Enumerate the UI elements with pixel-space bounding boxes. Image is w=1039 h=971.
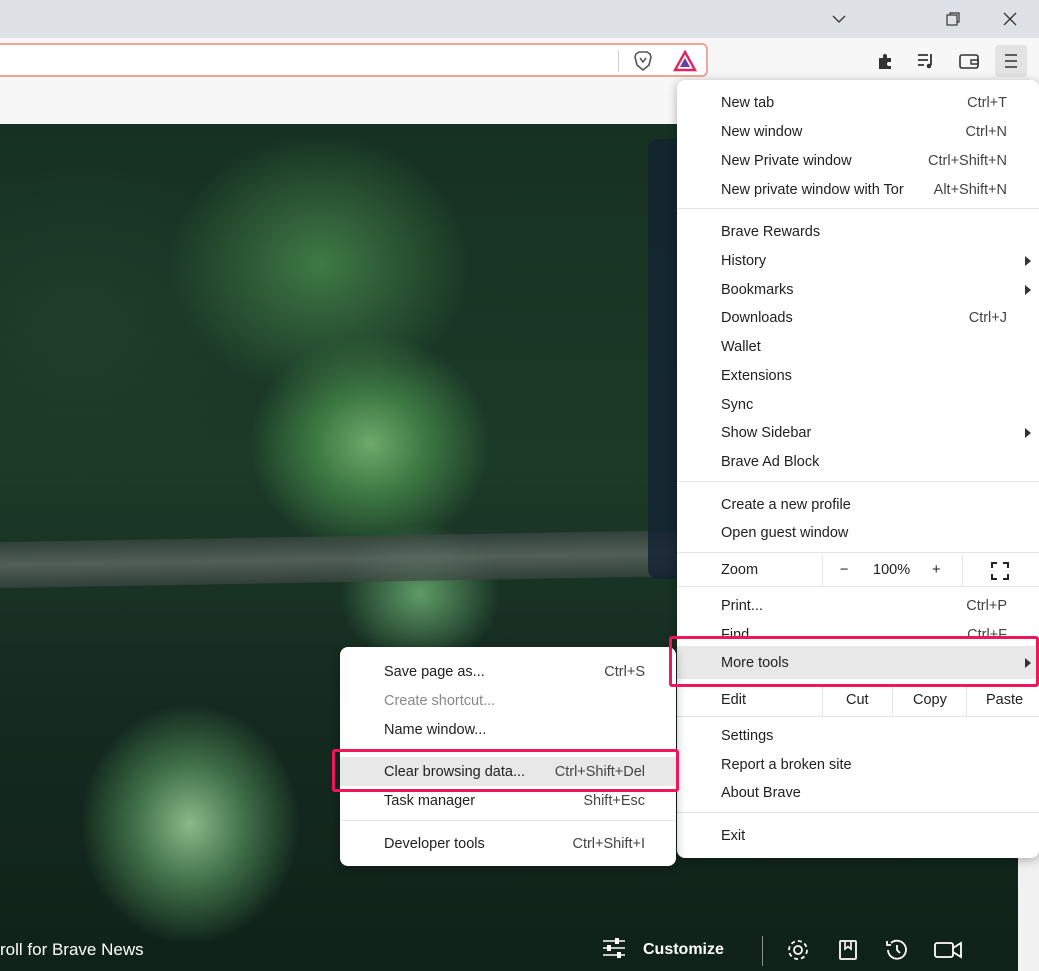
menu-item-bookmarks[interactable]: Bookmarks [677,275,1039,304]
menu-item-new-private-window[interactable]: New Private window Ctrl+Shift+N [677,146,1039,175]
paste-button[interactable]: Paste [986,692,1023,708]
submenu-arrow-icon [1025,284,1031,295]
menu-item-new-window[interactable]: New window Ctrl+N [677,117,1039,146]
zoom-row: Zoom − 100% + [677,554,1039,586]
customize-button[interactable]: Customize [601,932,724,968]
customize-label: Customize [643,941,724,958]
extensions-icon[interactable] [871,46,901,76]
history-icon[interactable] [884,932,910,968]
menu-separator [677,481,1039,482]
restore-icon[interactable] [925,0,981,38]
brave-shields-icon[interactable] [628,46,658,76]
menu-item-sync[interactable]: Sync [677,390,1039,419]
address-bar[interactable] [0,43,708,77]
menu-separator [677,552,1039,553]
menu-item-guest-window[interactable]: Open guest window [677,518,1039,547]
menu-item-history[interactable]: History [677,246,1039,275]
menu-item-extensions[interactable]: Extensions [677,361,1039,390]
menu-item-new-tab[interactable]: New tab Ctrl+T [677,88,1039,117]
menu-separator [340,820,676,821]
menu-item-about-brave[interactable]: About Brave [677,778,1039,807]
menu-separator [677,812,1039,813]
menu-item-exit[interactable]: Exit [677,821,1039,850]
cut-button[interactable]: Cut [846,692,869,708]
brave-talk-icon[interactable] [933,932,963,968]
menu-item-brave-rewards[interactable]: Brave Rewards [677,217,1039,246]
menu-item-wallet[interactable]: Wallet [677,332,1039,361]
edit-divider [822,684,823,716]
zoom-in-button[interactable]: + [932,562,940,578]
submenu-item-name-window[interactable]: Name window... [340,715,676,744]
highlight-box-clear-browsing-data [332,749,679,792]
brave-rewards-icon[interactable] [670,46,700,76]
settings-gear-icon[interactable] [786,932,810,968]
edit-divider [892,684,893,716]
submenu-arrow-icon [1025,255,1031,266]
zoom-level: 100% [873,562,911,578]
menu-item-settings[interactable]: Settings [677,721,1039,750]
edit-row: Edit Cut Copy Paste [677,684,1039,716]
submenu-item-developer-tools[interactable]: Developer tools Ctrl+Shift+I [340,829,676,858]
submenu-item-save-page[interactable]: Save page as... Ctrl+S [340,657,676,686]
title-bar [0,0,1039,38]
chevron-down-icon[interactable] [811,0,867,38]
zoom-label: Zoom [721,562,759,578]
address-divider [618,50,619,72]
menu-separator [677,716,1039,717]
menu-separator [677,208,1039,209]
background-road [0,529,700,589]
menu-separator [677,586,1039,587]
bottom-divider [762,936,763,966]
zoom-out-button[interactable]: − [840,562,848,578]
edit-label: Edit [721,692,746,708]
brave-news-prompt[interactable]: roll for Brave News [0,940,144,960]
menu-item-print[interactable]: Print... Ctrl+P [677,591,1039,620]
sliders-icon [601,936,627,965]
menu-item-downloads[interactable]: Downloads Ctrl+J [677,303,1039,332]
zoom-divider [822,554,823,586]
edit-divider [966,684,967,716]
menu-item-new-tor-window[interactable]: New private window with Tor Alt+Shift+N [677,175,1039,204]
menu-item-show-sidebar[interactable]: Show Sidebar [677,418,1039,447]
menu-item-report-broken-site[interactable]: Report a broken site [677,750,1039,779]
zoom-divider [962,554,963,586]
copy-button[interactable]: Copy [913,692,947,708]
menu-item-create-profile[interactable]: Create a new profile [677,490,1039,519]
highlight-box-more-tools [669,636,1039,687]
menu-icon[interactable] [995,45,1027,77]
menu-item-brave-ad-block[interactable]: Brave Ad Block [677,447,1039,476]
playlist-icon[interactable] [911,46,941,76]
browser-main-menu: New tab Ctrl+T New window Ctrl+N New Priva… [677,80,1039,858]
submenu-item-create-shortcut[interactable]: Create shortcut... [340,686,676,715]
bookmarks-icon[interactable] [836,932,860,968]
wallet-icon[interactable] [954,46,984,76]
submenu-arrow-icon [1025,427,1031,438]
close-icon[interactable] [982,0,1038,38]
fullscreen-icon[interactable] [991,562,1009,584]
